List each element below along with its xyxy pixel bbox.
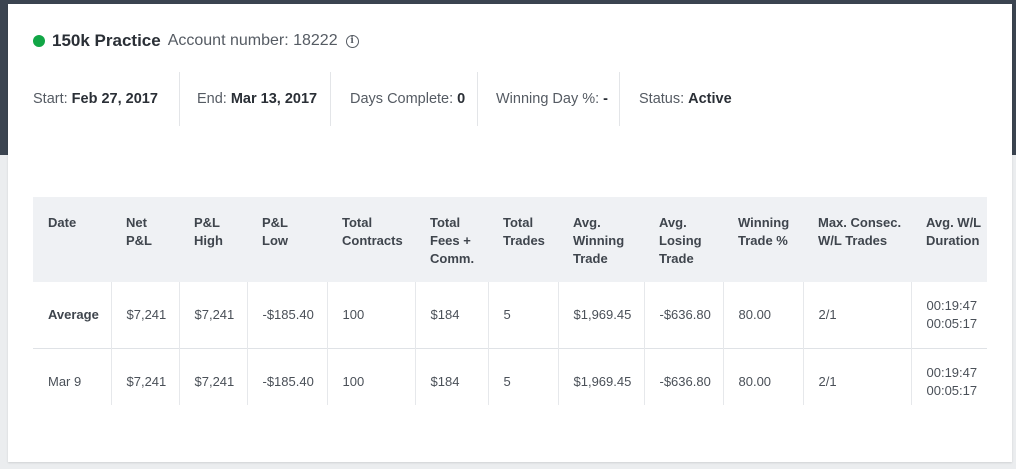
cell-date: Mar 9 — [33, 348, 112, 405]
info-icon[interactable]: i — [345, 34, 359, 48]
table-row[interactable]: Mar 9 $7,241 $7,241 -$185.40 100 $184 5 … — [33, 348, 987, 405]
duration-win: 00:19:47 — [926, 364, 978, 380]
stat-start-label: Start: — [33, 91, 68, 107]
cell-avg-winning: $1,969.45 — [558, 282, 645, 348]
cell-pnl-low: -$185.40 — [247, 282, 328, 348]
stat-end-label: End: — [197, 91, 227, 107]
column-header-pnl-high[interactable]: P&L High — [179, 197, 247, 282]
cell-total-contracts: 100 — [327, 282, 416, 348]
cell-max-consec: 2/1 — [803, 348, 912, 405]
stat-end: End: Mar 13, 2017 — [180, 72, 331, 126]
account-number: Account number: 18222 — [167, 32, 338, 49]
stat-status-label: Status: — [639, 91, 685, 107]
cell-winning-pct: 80.00 — [723, 348, 804, 405]
column-header-net-pnl[interactable]: Net P&L — [111, 197, 179, 282]
column-header-max-consec[interactable]: Max. Consec. W/L Trades — [803, 197, 911, 282]
column-header-pnl-low[interactable]: P&L Low — [247, 197, 327, 282]
table-header-row: Date Net P&L P&L High P&L Low Total Contract… — [33, 197, 987, 282]
cell-pnl-high: $7,241 — [179, 282, 248, 348]
stats-bar: Start: Feb 27, 2017 End: Mar 13, 2017 Da… — [33, 72, 732, 126]
duration-loss: 00:05:17 — [926, 315, 978, 331]
cell-net-pnl: $7,241 — [111, 282, 180, 348]
cell-duration: 00:19:47 00:05:17 — [911, 348, 987, 405]
cell-total-fees: $184 — [415, 282, 489, 348]
account-name: 150k Practice — [52, 31, 161, 50]
table-row-average: Average $7,241 $7,241 -$185.40 100 $184 … — [33, 282, 987, 348]
column-header-winning-trade-pct[interactable]: Winning Trade % — [723, 197, 803, 282]
column-header-total-contracts[interactable]: Total Contracts — [327, 197, 415, 282]
stat-days-label: Days Complete: — [350, 91, 454, 107]
stat-end-value: Mar 13, 2017 — [230, 91, 318, 107]
stat-winning-day-value: - — [603, 91, 608, 107]
account-header: 150k Practice Account number: 18222 i — [33, 30, 359, 52]
cell-total-fees: $184 — [415, 348, 489, 405]
trades-table-container[interactable]: Date Net P&L P&L High P&L Low Total Contract… — [33, 197, 987, 405]
column-header-total-fees[interactable]: Total Fees + Comm. — [415, 197, 488, 282]
cell-avg-losing: -$636.80 — [644, 282, 724, 348]
stat-days-value: 0 — [457, 91, 466, 107]
duration-loss: 00:05:17 — [926, 382, 978, 398]
account-card: 150k Practice Account number: 18222 i St… — [8, 4, 1012, 462]
stat-start: Start: Feb 27, 2017 — [33, 72, 180, 126]
trades-table: Date Net P&L P&L High P&L Low Total Contract… — [33, 197, 987, 405]
cell-max-consec: 2/1 — [803, 282, 912, 348]
duration-win: 00:19:47 — [926, 297, 978, 313]
column-header-total-trades[interactable]: Total Trades — [488, 197, 558, 282]
cell-duration: 00:19:47 00:05:17 — [911, 282, 987, 348]
cell-winning-pct: 80.00 — [723, 282, 804, 348]
cell-date: Average — [33, 282, 112, 348]
cell-avg-winning: $1,969.45 — [558, 348, 645, 405]
stat-winning-day-label: Winning Day %: — [496, 91, 600, 107]
column-header-avg-winning-trade[interactable]: Avg. Winning Trade — [558, 197, 644, 282]
cell-pnl-low: -$185.40 — [247, 348, 328, 405]
cell-avg-losing: -$636.80 — [644, 348, 724, 405]
cell-pnl-high: $7,241 — [179, 348, 248, 405]
column-header-date[interactable]: Date — [33, 197, 111, 282]
stat-status: Status: Active — [620, 72, 732, 126]
stat-winning-day: Winning Day %: - — [478, 72, 620, 126]
cell-total-trades: 5 — [488, 282, 559, 348]
stat-start-value: Feb 27, 2017 — [71, 91, 158, 107]
stat-days-complete: Days Complete: 0 — [331, 72, 478, 126]
cell-total-trades: 5 — [488, 348, 559, 405]
status-dot-icon — [33, 35, 45, 47]
cell-total-contracts: 100 — [327, 348, 416, 405]
column-header-avg-duration[interactable]: Avg. W/L Duration — [911, 197, 987, 282]
cell-net-pnl: $7,241 — [111, 348, 180, 405]
stat-status-value: Active — [688, 91, 732, 107]
column-header-avg-losing-trade[interactable]: Avg. Losing Trade — [644, 197, 723, 282]
